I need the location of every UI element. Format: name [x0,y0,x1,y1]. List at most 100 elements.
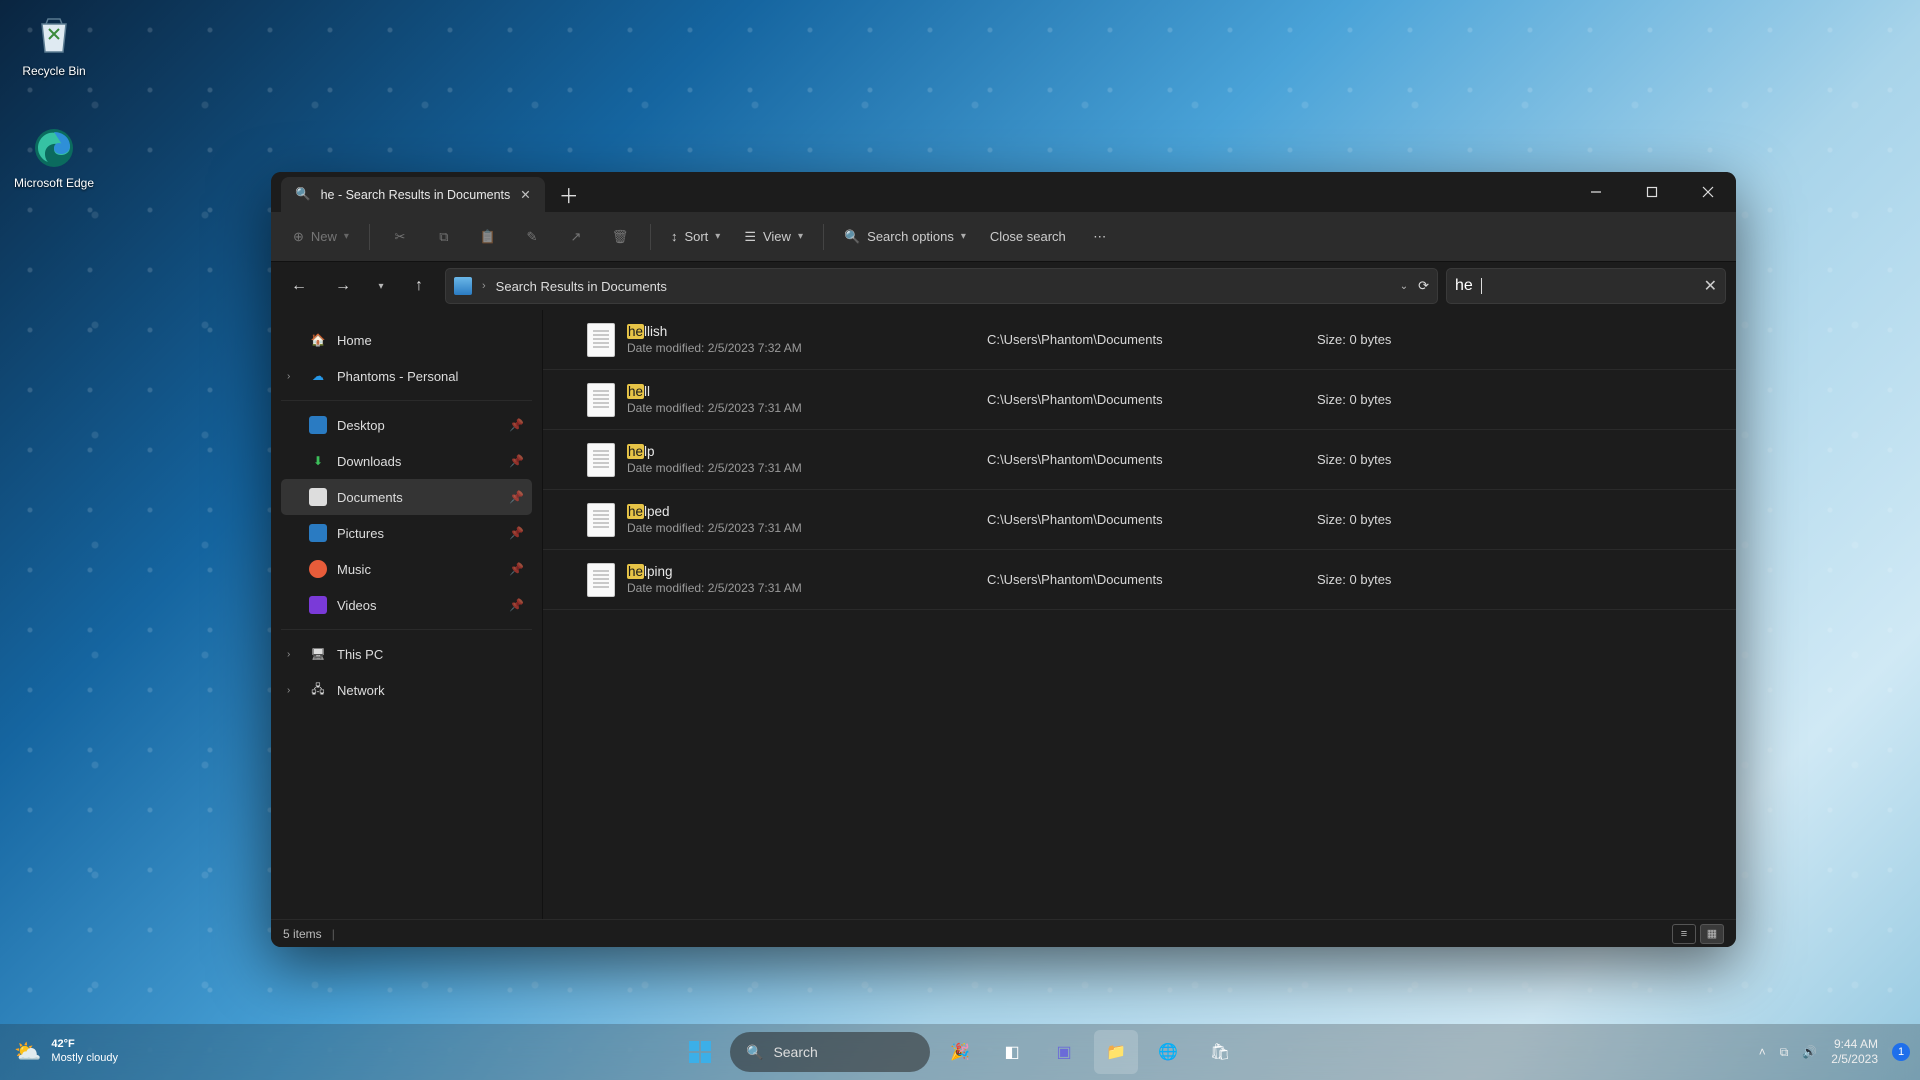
start-button[interactable] [678,1030,722,1074]
nav-this-pc[interactable]: › 🖥 This PC [281,636,532,672]
taskbar-store[interactable]: 🛍 [1198,1030,1242,1074]
back-button[interactable]: ← [281,268,317,304]
more-icon: ⋯ [1093,229,1106,245]
nav-label: Documents [337,490,403,505]
tiles-view-button[interactable]: ▦ [1700,924,1724,944]
search-icon: 🔍 [746,1044,763,1061]
result-row[interactable]: helpDate modified: 2/5/2023 7:31 AMC:\Us… [543,430,1736,490]
taskbar-file-explorer[interactable]: 📁 [1094,1030,1138,1074]
nav-documents[interactable]: Documents 📌 [281,479,532,515]
taskbar-clock[interactable]: 9:44 AM 2/5/2023 [1831,1037,1878,1067]
nav-home[interactable]: 🏠 Home [281,322,532,358]
new-button[interactable]: ⊕ New ▾ [283,220,359,254]
pin-icon: 📌 [509,526,524,540]
recent-button[interactable]: ▾ [369,268,393,304]
volume-icon[interactable]: 🔊 [1802,1045,1817,1059]
result-row[interactable]: hellishDate modified: 2/5/2023 7:32 AMC:… [543,310,1736,370]
paste-button[interactable]: 📋 [468,220,508,254]
music-icon [309,560,327,578]
cut-button[interactable]: ✂ [380,220,420,254]
file-path: C:\Users\Phantom\Documents [987,392,1317,407]
sort-icon: ↕ [671,229,678,244]
address-row: ← → ▾ ↑ › Search Results in Documents ⌄ … [271,262,1736,310]
separator [823,224,824,250]
close-window-button[interactable] [1680,172,1736,212]
videos-icon [309,596,327,614]
desktop-edge[interactable]: Microsoft Edge [10,124,98,190]
file-path: C:\Users\Phantom\Documents [987,512,1317,527]
details-view-button[interactable]: ≡ [1672,924,1696,944]
chevron-right-icon[interactable]: › [287,649,290,660]
nav-onedrive[interactable]: › ☁ Phantoms - Personal [281,358,532,394]
search-options-button[interactable]: 🔍 Search options ▾ [834,220,976,254]
nav-pane: 🏠 Home › ☁ Phantoms - Personal Desktop 📌… [271,310,543,919]
nav-desktop[interactable]: Desktop 📌 [281,407,532,443]
item-count: 5 items [283,927,322,941]
arrow-up-icon: ↑ [415,277,423,295]
weather-widget[interactable]: ⛅ 42°F Mostly cloudy [14,1038,118,1066]
view-button[interactable]: ☰ View ▾ [734,220,813,254]
chat-icon: ▣ [1056,1042,1071,1062]
taskbar-search[interactable]: 🔍 Search [730,1032,930,1072]
file-size: Size: 0 bytes [1317,512,1477,527]
weather-desc: Mostly cloudy [51,1052,118,1066]
plus-circle-icon: ⊕ [293,229,304,245]
clock-time: 9:44 AM [1831,1037,1878,1052]
chevron-right-icon[interactable]: › [287,371,290,382]
address-bar[interactable]: › Search Results in Documents ⌄ ⟳ [445,268,1438,304]
weather-temp: 42°F [51,1038,118,1052]
file-icon [587,443,615,477]
minimize-button[interactable] [1568,172,1624,212]
task-view-button[interactable]: ◧ [990,1030,1034,1074]
chevron-down-icon[interactable]: ⌄ [1400,281,1408,292]
nav-music[interactable]: Music 📌 [281,551,532,587]
desktop-recycle-bin[interactable]: Recycle Bin [10,12,98,78]
new-tab-button[interactable]: ＋ [551,177,587,212]
nav-pictures[interactable]: Pictures 📌 [281,515,532,551]
text-caret [1481,278,1482,294]
store-icon: 🛍 [1210,1042,1230,1062]
taskbar-edge[interactable]: 🌐 [1146,1030,1190,1074]
toolbar: ⊕ New ▾ ✂ ⧉ 📋 ✎ ↗ 🗑 ↕ Sort ▾ ☰ View ▾ 🔍 … [271,212,1736,262]
up-button[interactable]: ↑ [401,268,437,304]
paste-icon: 📋 [480,229,496,245]
chevron-right-icon[interactable]: › [287,685,290,696]
result-row[interactable]: helpedDate modified: 2/5/2023 7:31 AMC:\… [543,490,1736,550]
share-button[interactable]: ↗ [556,220,596,254]
tab-active[interactable]: 🔍 he - Search Results in Documents ✕ [281,177,545,212]
taskbar-chat[interactable]: ▣ [1042,1030,1086,1074]
result-row[interactable]: helpingDate modified: 2/5/2023 7:31 AMC:… [543,550,1736,610]
result-row[interactable]: hellDate modified: 2/5/2023 7:31 AMC:\Us… [543,370,1736,430]
breadcrumb[interactable]: Search Results in Documents [496,279,667,294]
taskbar-widget-icon[interactable]: 🎉 [938,1030,982,1074]
delete-button[interactable]: 🗑 [600,220,640,254]
recycle-bin-icon [30,12,78,60]
close-search-button[interactable]: Close search [980,220,1076,254]
network-icon[interactable]: ⧉ [1780,1045,1789,1060]
nav-network[interactable]: › 🖧 Network [281,672,532,708]
list-icon: ≡ [1681,928,1687,940]
maximize-button[interactable] [1624,172,1680,212]
tray-chevron-icon[interactable]: ˄ [1759,1045,1766,1059]
sort-button[interactable]: ↕ Sort ▾ [661,220,730,254]
edge-icon [30,124,78,172]
notification-badge[interactable]: 1 [1892,1043,1910,1061]
more-button[interactable]: ⋯ [1080,220,1120,254]
forward-button[interactable]: → [325,268,361,304]
refresh-button[interactable]: ⟳ [1418,278,1429,294]
search-box[interactable]: he ✕ [1446,268,1726,304]
nav-downloads[interactable]: ⬇ Downloads 📌 [281,443,532,479]
file-modified: Date modified: 2/5/2023 7:31 AM [627,461,987,475]
nav-videos[interactable]: Videos 📌 [281,587,532,623]
rename-button[interactable]: ✎ [512,220,552,254]
windows-icon [687,1039,713,1065]
nav-label: This PC [337,647,383,662]
nav-label: Network [337,683,385,698]
task-view-icon: ◧ [1004,1042,1019,1062]
colorful-icon: 🎉 [950,1042,970,1062]
tab-close-icon[interactable]: ✕ [520,187,530,202]
copy-button[interactable]: ⧉ [424,220,464,254]
file-modified: Date modified: 2/5/2023 7:31 AM [627,581,987,595]
clear-search-button[interactable]: ✕ [1704,276,1717,296]
pictures-icon [309,524,327,542]
